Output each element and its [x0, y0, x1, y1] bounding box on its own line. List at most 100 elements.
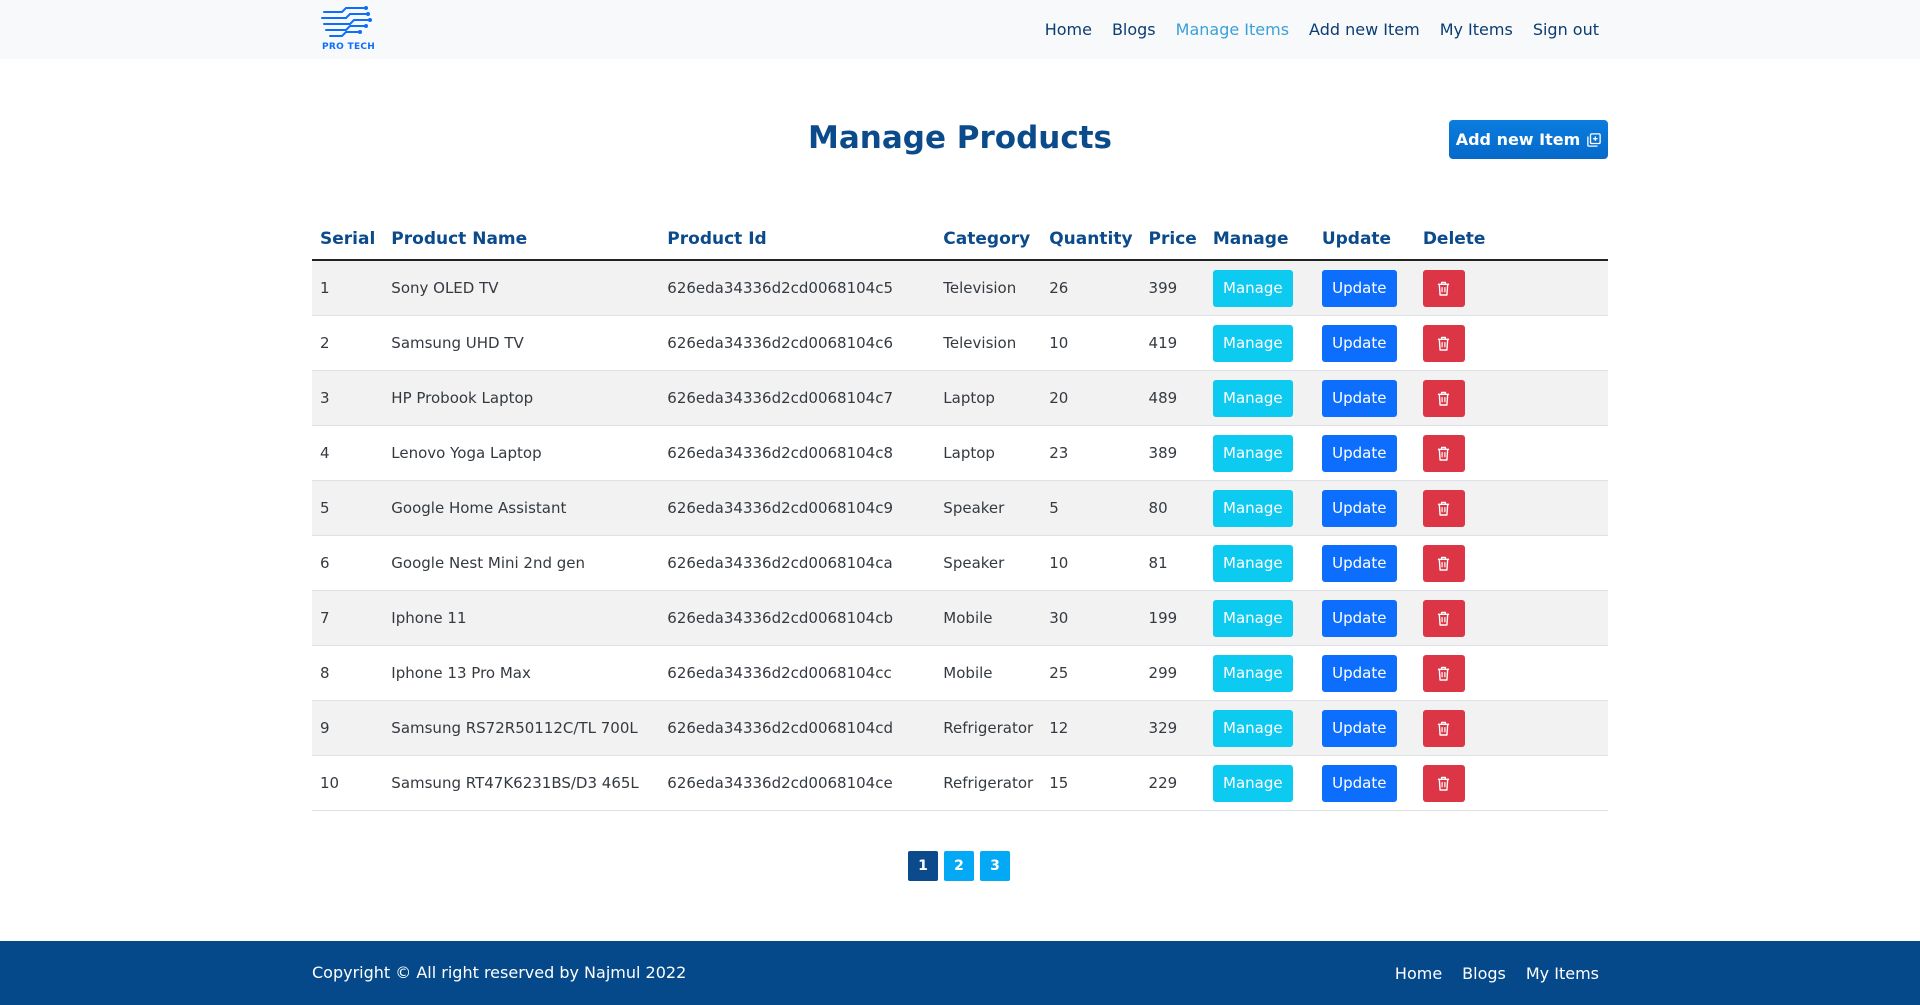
manage-button[interactable]: Manage: [1212, 434, 1293, 472]
delete-button[interactable]: [1422, 489, 1465, 527]
cell-product-name: Samsung UHD TV: [383, 315, 660, 371]
cell-delete: [1414, 480, 1608, 536]
update-button[interactable]: Update: [1321, 544, 1397, 582]
header-update: Update: [1313, 218, 1415, 261]
nav-link-add-new-item[interactable]: Add new Item: [1309, 20, 1420, 39]
manage-button[interactable]: Manage: [1212, 269, 1293, 307]
cell-price: 399: [1140, 260, 1205, 316]
trash-icon: [1438, 281, 1450, 296]
cell-product-id: 626eda34336d2cd0068104c8: [659, 425, 936, 481]
cell-serial: 4: [312, 425, 384, 481]
header-product-name: Product Name: [383, 218, 660, 261]
cell-price: 80: [1140, 480, 1205, 536]
cell-update: Update: [1313, 755, 1415, 811]
update-button[interactable]: Update: [1321, 269, 1397, 307]
cell-manage: Manage: [1204, 535, 1314, 591]
cell-quantity: 10: [1041, 535, 1141, 591]
trash-icon: [1438, 501, 1450, 516]
delete-button[interactable]: [1422, 654, 1465, 692]
footer-link-blogs[interactable]: Blogs: [1462, 964, 1506, 983]
add-new-item-button[interactable]: Add new Item: [1449, 120, 1608, 159]
update-button[interactable]: Update: [1321, 764, 1397, 802]
delete-button[interactable]: [1422, 599, 1465, 637]
update-button[interactable]: Update: [1321, 709, 1397, 747]
delete-button[interactable]: [1422, 709, 1465, 747]
page-button-3[interactable]: 3: [980, 851, 1010, 881]
trash-icon: [1438, 666, 1450, 681]
footer-link-home[interactable]: Home: [1395, 964, 1442, 983]
cell-product-id: 626eda34336d2cd0068104c6: [659, 315, 936, 371]
cell-price: 199: [1140, 590, 1205, 646]
cell-category: Laptop: [935, 425, 1042, 481]
cell-serial: 8: [312, 645, 384, 701]
cell-delete: [1414, 315, 1608, 371]
footer-link-my-items[interactable]: My Items: [1526, 964, 1599, 983]
update-button[interactable]: Update: [1321, 599, 1397, 637]
cell-delete: [1414, 425, 1608, 481]
cell-delete: [1414, 700, 1608, 756]
update-button[interactable]: Update: [1321, 489, 1397, 527]
nav-link-home[interactable]: Home: [1045, 20, 1092, 39]
delete-button[interactable]: [1422, 269, 1465, 307]
delete-button[interactable]: [1422, 544, 1465, 582]
nav-link-my-items[interactable]: My Items: [1440, 20, 1513, 39]
delete-button[interactable]: [1422, 379, 1465, 417]
manage-button[interactable]: Manage: [1212, 544, 1293, 582]
delete-button[interactable]: [1422, 764, 1465, 802]
brand-logo[interactable]: PRO TECH: [320, 6, 380, 54]
cell-product-name: HP Probook Laptop: [383, 370, 660, 426]
page-button-2[interactable]: 2: [944, 851, 974, 881]
cell-serial: 6: [312, 535, 384, 591]
cell-manage: Manage: [1204, 315, 1314, 371]
manage-button[interactable]: Manage: [1212, 764, 1293, 802]
cell-manage: Manage: [1204, 700, 1314, 756]
manage-button[interactable]: Manage: [1212, 324, 1293, 362]
cell-delete: [1414, 260, 1608, 316]
manage-button[interactable]: Manage: [1212, 654, 1293, 692]
delete-button[interactable]: [1422, 324, 1465, 362]
cell-category: Television: [935, 315, 1042, 371]
cell-manage: Manage: [1204, 645, 1314, 701]
page-button-1[interactable]: 1: [908, 851, 938, 881]
cell-price: 419: [1140, 315, 1205, 371]
manage-button[interactable]: Manage: [1212, 709, 1293, 747]
table-row: 3 HP Probook Laptop 626eda34336d2cd0068104…: [312, 370, 1608, 426]
table-row: 2 Samsung UHD TV 626eda34336d2cd0068104c6 T…: [312, 315, 1608, 371]
cell-product-id: 626eda34336d2cd0068104c9: [659, 480, 936, 536]
update-button[interactable]: Update: [1321, 324, 1397, 362]
update-button[interactable]: Update: [1321, 654, 1397, 692]
cell-category: Refrigerator: [935, 700, 1042, 756]
trash-icon: [1438, 556, 1450, 571]
header-category: Category: [935, 218, 1042, 261]
cell-product-name: Iphone 11: [383, 590, 660, 646]
table-row: 5 Google Home Assistant 626eda34336d2cd006…: [312, 480, 1608, 536]
cell-price: 229: [1140, 755, 1205, 811]
manage-button[interactable]: Manage: [1212, 379, 1293, 417]
cell-update: Update: [1313, 315, 1415, 371]
update-button[interactable]: Update: [1321, 379, 1397, 417]
cell-update: Update: [1313, 700, 1415, 756]
cell-price: 299: [1140, 645, 1205, 701]
manage-button[interactable]: Manage: [1212, 599, 1293, 637]
cell-quantity: 20: [1041, 370, 1141, 426]
nav-link-manage-items[interactable]: Manage Items: [1176, 20, 1289, 39]
footer-nav: Home Blogs My Items: [1395, 941, 1599, 1005]
nav-link-blogs[interactable]: Blogs: [1112, 20, 1156, 39]
cell-manage: Manage: [1204, 590, 1314, 646]
products-table: Serial Product Name Product Id Category …: [312, 218, 1608, 811]
manage-button[interactable]: Manage: [1212, 489, 1293, 527]
table-row: 4 Lenovo Yoga Laptop 626eda34336d2cd006810…: [312, 425, 1608, 481]
update-button[interactable]: Update: [1321, 434, 1397, 472]
table-row: 9 Samsung RS72R50112C/TL 700L 626eda34336d…: [312, 700, 1608, 756]
cell-product-id: 626eda34336d2cd0068104ca: [659, 535, 936, 591]
delete-button[interactable]: [1422, 434, 1465, 472]
cell-product-name: Samsung RS72R50112C/TL 700L: [383, 700, 660, 756]
cell-manage: Manage: [1204, 260, 1314, 316]
cell-delete: [1414, 645, 1608, 701]
cell-manage: Manage: [1204, 425, 1314, 481]
cell-update: Update: [1313, 260, 1415, 316]
nav-link-sign-out[interactable]: Sign out: [1533, 20, 1599, 39]
cell-product-name: Google Home Assistant: [383, 480, 660, 536]
cell-product-name: Lenovo Yoga Laptop: [383, 425, 660, 481]
cell-manage: Manage: [1204, 370, 1314, 426]
